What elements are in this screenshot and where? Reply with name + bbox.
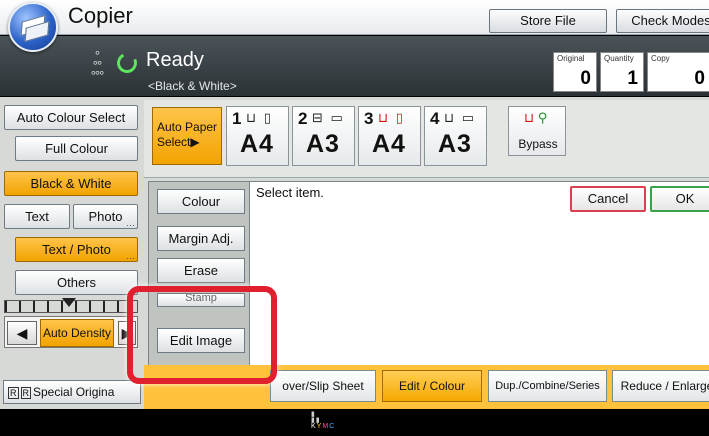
copier-app-icon[interactable]	[8, 2, 58, 52]
density-darker-button[interactable]: ▶	[118, 321, 136, 345]
original-counter: Original 0	[553, 52, 597, 92]
tab-edit-colour[interactable]: Edit / Colour	[382, 370, 482, 402]
erase-button[interactable]: Erase	[157, 258, 245, 283]
tray-paper-size: A4	[372, 130, 406, 158]
paper-tray-3[interactable]: 3 ⊔ ▯ A4	[358, 106, 421, 166]
function-tab-strip: R R Special Origina over/Slip Sheet Edit /…	[0, 365, 709, 409]
paper-tray-2[interactable]: 2 ⊟ ▭ A3	[292, 106, 355, 166]
bypass-tray-button[interactable]: ⊔ ⚲ Bypass	[508, 106, 566, 156]
status-text: Ready	[146, 49, 204, 71]
special-original-button[interactable]: R R Special Origina	[3, 380, 141, 404]
bottom-bar	[0, 409, 709, 436]
more-options-icon: …	[126, 251, 135, 261]
brand-logo-icon: ▮ ▮▮ KYMC	[311, 411, 336, 430]
photo-mode-label: Photo	[88, 209, 123, 224]
auto-colour-select-button[interactable]: Auto Colour Select	[4, 105, 138, 130]
main-panel: Auto Colour Select Full Colour Black & W…	[0, 97, 709, 409]
special-original-icon: R	[8, 387, 19, 399]
colour-mode-status: <Black & White>	[148, 79, 237, 93]
special-original-icon: R	[20, 387, 31, 399]
colour-menu-button[interactable]: Colour	[157, 189, 245, 214]
counter-label: Original	[557, 54, 585, 63]
tray-paper-size: A4	[240, 130, 274, 158]
title-bar: Copier Store File Check Modes	[0, 0, 709, 35]
tray-number: 3	[364, 109, 374, 128]
tab-cover-slip-sheet[interactable]: over/Slip Sheet	[270, 370, 376, 402]
others-mode-button[interactable]: Others	[15, 270, 138, 295]
density-marker-icon	[62, 298, 76, 307]
bypass-label: Bypass	[518, 137, 558, 151]
select-item-prompt: Select item.	[256, 185, 324, 200]
tab-dup-combine-series[interactable]: Dup./Combine/Series	[488, 370, 607, 402]
edit-submenu: Colour Margin Adj. Erase Stamp Edit Imag…	[148, 181, 250, 371]
paper-tray-4[interactable]: 4 ⊔ ▭ A3	[424, 106, 487, 166]
tray-paper-size: A3	[306, 130, 340, 158]
tray-number: 4	[430, 109, 440, 128]
text-mode-button[interactable]: Text	[4, 204, 70, 229]
auto-paper-select-button[interactable]: Auto Paper Select▶	[152, 107, 222, 165]
tray-paper-icon: ⊔ ▯	[246, 110, 273, 125]
tray-paper-size: A3	[438, 130, 472, 158]
tray-paper-icon: ⊟ ▭	[312, 110, 345, 125]
edit-image-button[interactable]: Edit Image	[157, 328, 245, 353]
counter-value: 0	[580, 68, 591, 89]
special-original-label: Special Origina	[33, 385, 115, 399]
density-lighter-button[interactable]: ◀	[7, 321, 37, 345]
paper-tray-1[interactable]: 1 ⊔ ▯ A4	[226, 106, 289, 166]
content-panel: Select item. Cancel OK	[250, 181, 709, 371]
auto-paper-select-label: Select▶	[157, 135, 200, 149]
paper-tray-bar: Auto Paper Select▶ 1 ⊔ ▯ A4 2 ⊟ ▭ A3 3 ⊔…	[144, 100, 709, 178]
density-control: ◀ Auto Density ▶	[4, 316, 138, 348]
store-file-button[interactable]: Store File	[489, 9, 607, 33]
full-colour-button[interactable]: Full Colour	[15, 136, 138, 161]
tray-number: 1	[232, 109, 242, 128]
bypass-tray-icon: ⊔ ⚲	[524, 110, 548, 125]
app-title: Copier	[68, 3, 133, 28]
copier-screen: Copier Store File Check Modes ° °° °°° Rea…	[0, 0, 709, 436]
ready-status-icon	[114, 50, 140, 76]
tray-alert-icon: ⊔ ▯	[378, 110, 405, 125]
text-photo-label: Text / Photo	[42, 242, 111, 257]
cancel-button[interactable]: Cancel	[570, 186, 646, 212]
counter-label: Copy	[651, 54, 670, 63]
text-photo-mode-button[interactable]: Text / Photo …	[15, 237, 138, 262]
black-white-button[interactable]: Black & White	[4, 171, 138, 196]
job-list-icon[interactable]: ° °° °°°	[82, 49, 112, 82]
counter-value: 1	[627, 68, 638, 89]
counter-label: Quantity	[604, 54, 634, 63]
stamp-button[interactable]: Stamp	[157, 293, 245, 307]
ok-button[interactable]: OK	[650, 186, 709, 212]
auto-paper-label: Auto Paper	[157, 120, 218, 134]
counter-value: 0	[694, 68, 705, 89]
more-options-icon: …	[126, 218, 135, 228]
quantity-counter: Quantity 1	[600, 52, 644, 92]
tray-paper-icon: ⊔ ▭	[444, 110, 477, 125]
status-bar: ° °° °°° Ready <Black & White> Original 0 …	[0, 36, 709, 96]
photo-mode-button[interactable]: Photo…	[73, 204, 138, 229]
check-modes-button[interactable]: Check Modes	[616, 9, 709, 33]
margin-adj-button[interactable]: Margin Adj.	[157, 226, 245, 251]
tab-reduce-enlarge[interactable]: Reduce / Enlarge	[612, 370, 709, 402]
tray-number: 2	[298, 109, 308, 128]
copy-counter: Copy 0	[647, 52, 709, 92]
auto-density-button[interactable]: Auto Density	[40, 319, 114, 347]
